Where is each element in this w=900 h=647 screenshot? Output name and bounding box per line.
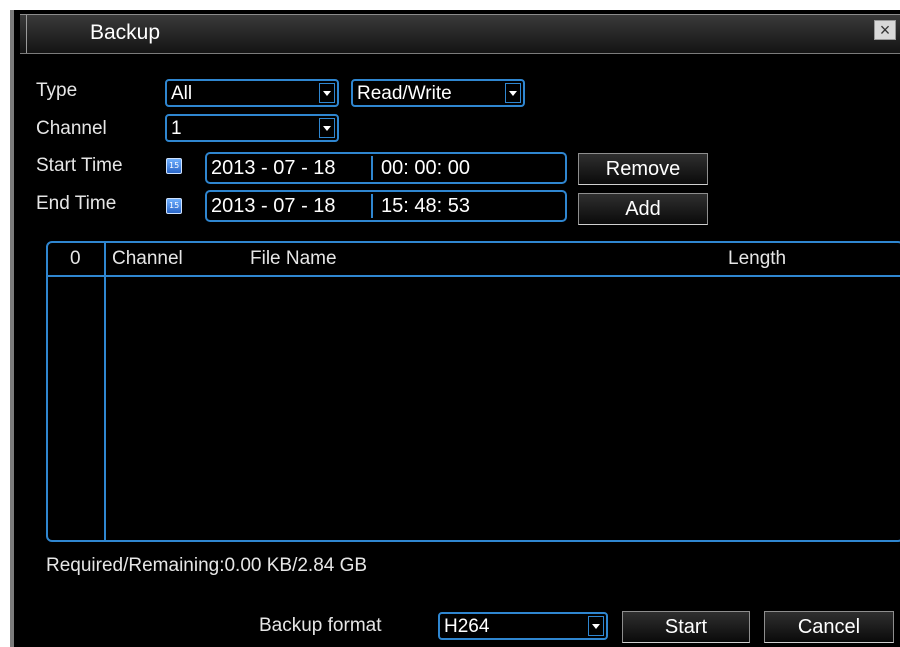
read-write-select[interactable]: Read/Write (351, 79, 525, 107)
end-date-value[interactable]: 2013 - 07 - 18 (211, 195, 336, 218)
chevron-down-icon[interactable] (505, 83, 521, 103)
backup-format-select[interactable]: H264 (438, 612, 608, 640)
table-header-channel[interactable]: Channel (112, 248, 183, 270)
backup-format-value: H264 (444, 616, 490, 637)
date-time-divider (371, 194, 373, 218)
chevron-down-icon[interactable] (319, 83, 335, 103)
type-label: Type (36, 80, 78, 101)
start-time-value[interactable]: 00: 00: 00 (381, 157, 470, 180)
start-button[interactable]: Start (622, 611, 750, 643)
end-time-field[interactable]: 2013 - 07 - 18 15: 48: 53 (205, 190, 567, 222)
close-icon[interactable]: × (874, 20, 896, 40)
table-header-index[interactable]: 0 (70, 248, 81, 270)
chevron-down-icon[interactable] (588, 616, 604, 636)
end-time-value[interactable]: 15: 48: 53 (381, 195, 470, 218)
calendar-icon[interactable] (166, 198, 182, 214)
channel-select-value: 1 (171, 118, 182, 139)
file-table[interactable]: 0 Channel File Name Length (46, 241, 900, 542)
table-column-divider (104, 243, 106, 540)
type-select[interactable]: All (165, 79, 339, 107)
table-header-length[interactable]: Length (728, 248, 786, 270)
start-time-field[interactable]: 2013 - 07 - 18 00: 00: 00 (205, 152, 567, 184)
date-time-divider (371, 156, 373, 180)
start-date-value[interactable]: 2013 - 07 - 18 (211, 157, 336, 180)
title-bar: Backup × (20, 14, 900, 54)
chevron-down-icon[interactable] (319, 118, 335, 138)
title-separator (20, 15, 27, 53)
start-time-label: Start Time (36, 155, 123, 176)
read-write-select-value: Read/Write (357, 83, 452, 104)
add-button[interactable]: Add (578, 193, 708, 225)
table-header-divider (48, 275, 900, 277)
backup-format-label: Backup format (259, 615, 382, 636)
remove-button[interactable]: Remove (578, 153, 708, 185)
channel-select[interactable]: 1 (165, 114, 339, 142)
dialog-title: Backup (90, 21, 161, 44)
cancel-button[interactable]: Cancel (764, 611, 894, 643)
table-header-file-name[interactable]: File Name (250, 248, 337, 270)
type-select-value: All (171, 83, 193, 104)
end-time-label: End Time (36, 193, 117, 214)
backup-dialog: Backup × Type All Read/Write Channel 1 S… (10, 10, 900, 647)
required-remaining-status: Required/Remaining:0.00 KB/2.84 GB (46, 555, 368, 576)
calendar-icon[interactable] (166, 158, 182, 174)
channel-label: Channel (36, 118, 107, 139)
